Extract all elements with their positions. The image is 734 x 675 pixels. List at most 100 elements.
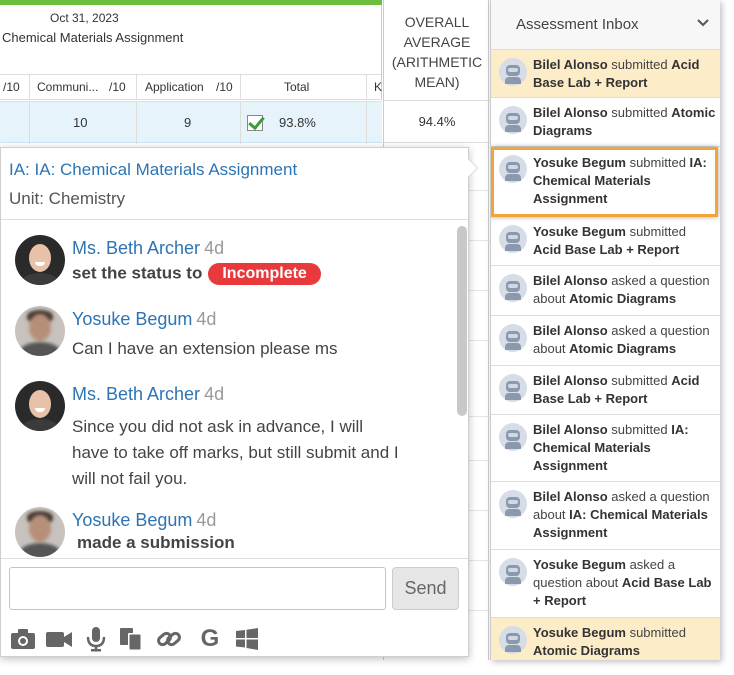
author-name[interactable]: Yosuke Begum bbox=[72, 309, 192, 329]
conversation-title[interactable]: IA: IA: Chemical Materials Assignment bbox=[9, 160, 297, 180]
inbox-target: Atomic Diagrams bbox=[569, 341, 677, 356]
robot-avatar-icon bbox=[499, 490, 527, 518]
chevron-down-icon[interactable] bbox=[696, 16, 710, 30]
inbox-item[interactable]: Yosuke Begum submitted Acid Base Lab + R… bbox=[491, 217, 720, 266]
column-divider bbox=[29, 102, 30, 144]
inbox-item-text: Bilel Alonso asked a question about Atom… bbox=[533, 272, 717, 308]
author-name[interactable]: Yosuke Begum bbox=[72, 510, 192, 530]
popup-pointer bbox=[467, 158, 477, 178]
microphone-icon[interactable] bbox=[82, 626, 110, 652]
column-divider bbox=[29, 75, 30, 100]
column-divider bbox=[366, 75, 367, 100]
inbox-item-text: Yosuke Begum asked a question about Acid… bbox=[533, 556, 717, 610]
message-author[interactable]: Ms. Beth Archer 4d bbox=[72, 384, 224, 405]
avatar bbox=[15, 306, 65, 356]
message-author[interactable]: Ms. Beth Archer 4d bbox=[72, 238, 224, 259]
thread-scrollbar[interactable] bbox=[457, 226, 467, 556]
message-time: 4d bbox=[204, 238, 225, 258]
copy-icon[interactable] bbox=[117, 626, 145, 652]
inbox-item[interactable]: Yosuke Begum submitted Atomic Diagrams bbox=[491, 618, 720, 660]
inbox-actor: Bilel Alonso bbox=[533, 422, 608, 437]
inbox-header[interactable]: Assessment Inbox bbox=[491, 0, 720, 50]
inbox-actor: Yosuke Begum bbox=[533, 557, 626, 572]
inbox-item[interactable]: Bilel Alonso asked a question about IA: … bbox=[491, 482, 720, 550]
robot-avatar-icon bbox=[499, 423, 527, 451]
assessment-conversation-popup: IA: IA: Chemical Materials Assignment Un… bbox=[0, 147, 477, 657]
message-text: set the status to bbox=[72, 263, 203, 283]
message-time: 4d bbox=[196, 510, 217, 530]
criterion-communication[interactable]: Communi... bbox=[37, 80, 98, 94]
inbox-actor: Yosuke Begum bbox=[533, 224, 626, 239]
inbox-verb: submitted bbox=[607, 57, 672, 72]
overall-average-header-line: OVERALL bbox=[404, 14, 470, 30]
inbox-item-text: Bilel Alonso asked a question about Atom… bbox=[533, 322, 717, 358]
inbox-item[interactable]: Bilel Alonso submitted IA: Chemical Mate… bbox=[491, 415, 720, 482]
application-score[interactable]: 9 bbox=[184, 115, 191, 130]
robot-avatar-icon bbox=[499, 58, 527, 86]
inbox-target: Atomic Diagrams bbox=[569, 291, 677, 306]
message-thread[interactable]: Ms. Beth Archer 4d set the status to Incom… bbox=[1, 220, 468, 558]
camera-icon[interactable] bbox=[9, 626, 37, 652]
message-text: Can I have an extension please ms bbox=[72, 339, 338, 358]
composer-divider bbox=[1, 558, 468, 559]
google-drive-icon[interactable]: G bbox=[196, 626, 224, 652]
criterion-out-of: /10 bbox=[216, 80, 233, 94]
inbox-actor: Bilel Alonso bbox=[533, 489, 608, 504]
communication-score[interactable]: 10 bbox=[73, 115, 87, 130]
total-column-header: Total bbox=[284, 80, 310, 94]
scrollbar-thumb[interactable] bbox=[457, 226, 467, 416]
assessment-inbox-panel: Assessment Inbox Bilel Alonso submitted … bbox=[490, 0, 720, 660]
inbox-item-text: Bilel Alonso submitted Acid Base Lab + R… bbox=[533, 372, 717, 408]
column-divider bbox=[136, 102, 137, 144]
inbox-verb: submitted bbox=[607, 373, 672, 388]
windows-icon[interactable] bbox=[233, 626, 261, 652]
robot-avatar-icon bbox=[499, 558, 527, 586]
overall-average-header-line: (ARITHMETIC bbox=[391, 54, 483, 70]
inbox-verb: submitted bbox=[625, 155, 690, 170]
inbox-item-text: Bilel Alonso asked a question about IA: … bbox=[533, 488, 717, 542]
criteria-header-row: /10 Communi... /10 Application /10 Total… bbox=[0, 75, 382, 100]
robot-avatar-icon bbox=[499, 155, 527, 183]
video-icon[interactable] bbox=[45, 626, 73, 652]
inbox-item[interactable]: Bilel Alonso asked a question about Atom… bbox=[491, 266, 720, 316]
inbox-actor: Bilel Alonso bbox=[533, 105, 608, 120]
link-icon[interactable] bbox=[155, 626, 183, 652]
robot-avatar-icon bbox=[499, 106, 527, 134]
criterion-application[interactable]: Application bbox=[145, 80, 204, 94]
author-name[interactable]: Ms. Beth Archer bbox=[72, 384, 200, 404]
status-change-text: set the status to Incomplete bbox=[72, 263, 321, 285]
student-grade-row[interactable]: 10 9 93.8% bbox=[0, 101, 382, 144]
inbox-item-text: Bilel Alonso submitted Atomic Diagrams bbox=[533, 104, 717, 140]
conversation-unit: Unit: Chemistry bbox=[9, 189, 126, 208]
inbox-item[interactable]: Bilel Alonso submitted Acid Base Lab + R… bbox=[491, 50, 720, 98]
inbox-actor: Bilel Alonso bbox=[533, 273, 608, 288]
inbox-item-text: Yosuke Begum submitted Acid Base Lab + R… bbox=[533, 223, 717, 259]
message-author[interactable]: Yosuke Begum 4d bbox=[72, 510, 216, 531]
inbox-item[interactable]: Bilel Alonso submitted Atomic Diagrams bbox=[491, 98, 720, 147]
inbox-verb: submitted bbox=[625, 224, 686, 239]
assignment-name: Chemical Materials Assignment bbox=[2, 30, 184, 45]
inbox-verb: submitted bbox=[607, 422, 672, 437]
message-input[interactable] bbox=[9, 567, 386, 610]
overall-average-value: 94.4% bbox=[418, 114, 456, 129]
robot-avatar-icon bbox=[499, 374, 527, 402]
inbox-actor: Yosuke Begum bbox=[533, 155, 626, 170]
inbox-item[interactable]: Bilel Alonso asked a question about Atom… bbox=[491, 316, 720, 366]
assignment-column-header[interactable]: Oct 31, 2023 Chemical Materials Assignme… bbox=[0, 5, 382, 75]
next-column-header: K bbox=[374, 80, 383, 94]
inbox-item-text: Yosuke Begum submitted IA: Chemical Mate… bbox=[533, 154, 715, 208]
send-button[interactable]: Send bbox=[392, 567, 459, 610]
inbox-actor: Bilel Alonso bbox=[533, 57, 608, 72]
criterion-out-of: /10 bbox=[3, 80, 20, 94]
inbox-item[interactable]: Yosuke Begum asked a question about Acid… bbox=[491, 550, 720, 618]
robot-avatar-icon bbox=[499, 274, 527, 302]
inbox-item-selected[interactable]: Yosuke Begum submitted IA: Chemical Mate… bbox=[491, 147, 718, 217]
inbox-item-text: Yosuke Begum submitted Atomic Diagrams bbox=[533, 624, 717, 660]
author-name[interactable]: Ms. Beth Archer bbox=[72, 238, 200, 258]
inbox-item[interactable]: Bilel Alonso submitted Acid Base Lab + R… bbox=[491, 366, 720, 415]
overall-average-header-line: MEAN) bbox=[414, 74, 460, 90]
message-author[interactable]: Yosuke Begum 4d bbox=[72, 309, 216, 330]
avatar bbox=[15, 235, 65, 285]
inbox-item-text: Bilel Alonso submitted IA: Chemical Mate… bbox=[533, 421, 717, 475]
column-divider bbox=[366, 102, 367, 144]
